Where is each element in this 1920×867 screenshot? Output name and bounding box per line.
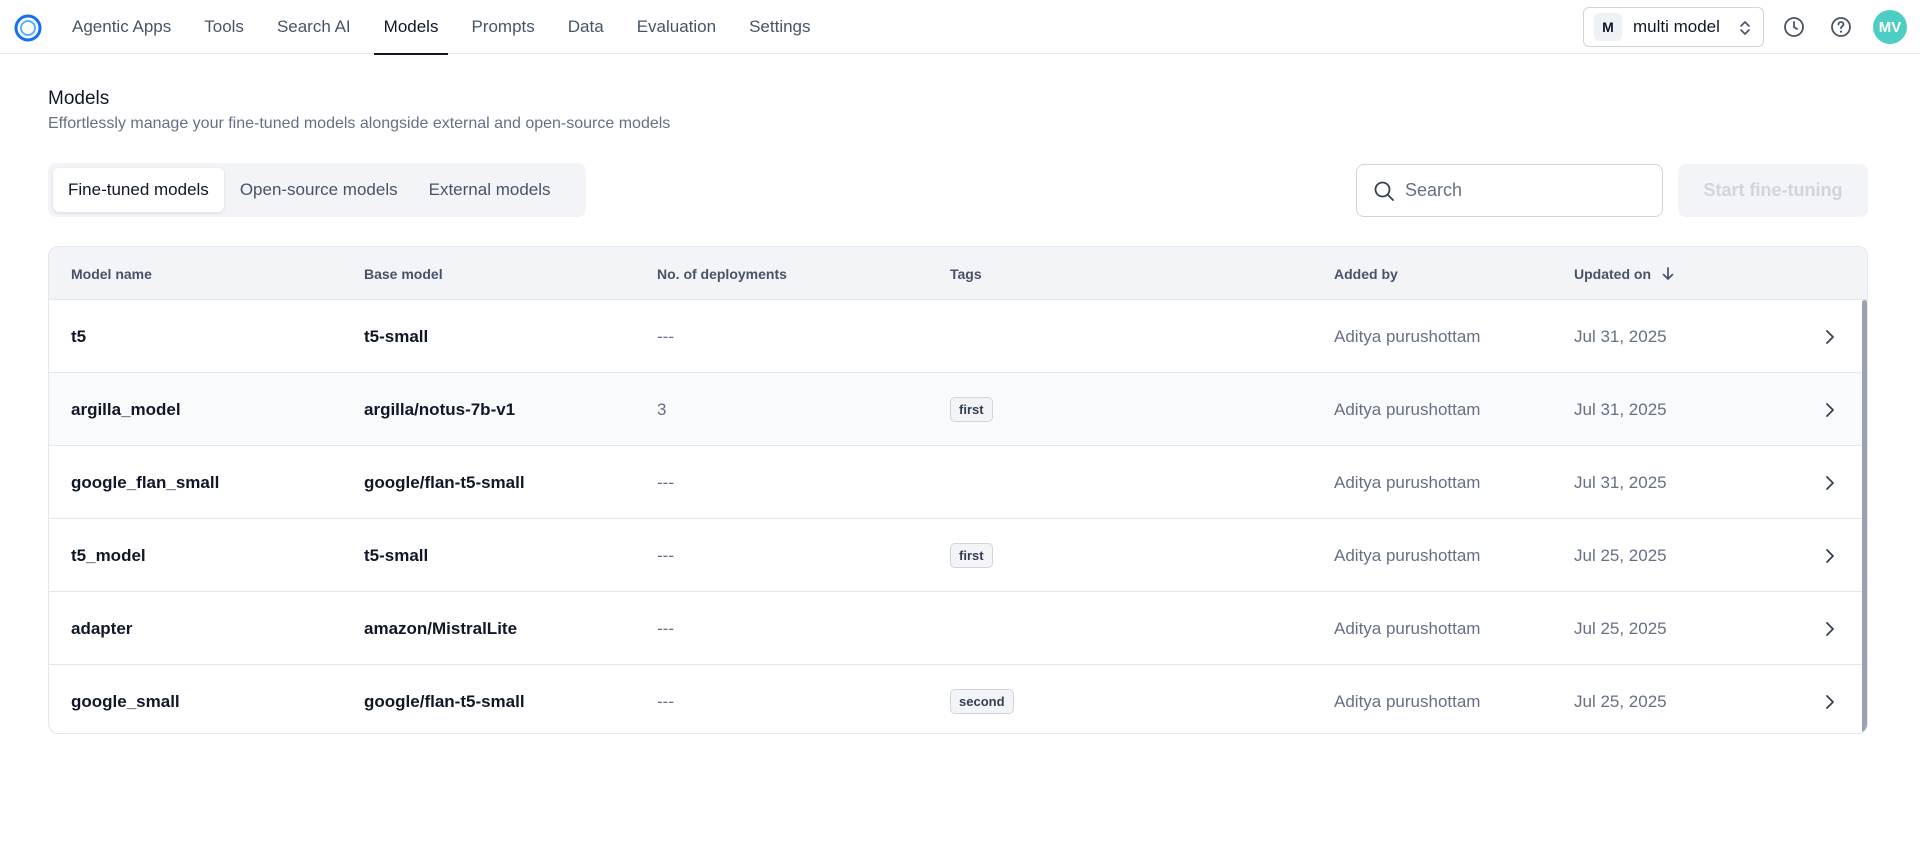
page-subtitle: Effortlessly manage your fine-tuned mode… (48, 115, 671, 132)
nav-item-search-ai[interactable]: Search AI (267, 0, 361, 54)
chevron-right-icon[interactable] (1824, 620, 1836, 638)
workspace-badge: M (1594, 13, 1622, 41)
updated-on-cell: Jul 25, 2025 (1574, 545, 1667, 565)
tag-badge: second (950, 689, 1014, 714)
nav-item-evaluation[interactable]: Evaluation (627, 0, 726, 54)
column-header-added-by[interactable]: Added by (1334, 247, 1398, 300)
base-model-cell: t5-small (364, 545, 429, 565)
nav-item-prompts[interactable]: Prompts (461, 0, 544, 54)
arrow-down-icon[interactable] (1661, 266, 1675, 282)
table-row[interactable]: t5 t5-small --- Aditya purushottam Jul 3… (49, 300, 1867, 373)
chevron-right-icon[interactable] (1824, 401, 1836, 419)
model-name-cell: google_flan_small (71, 472, 220, 492)
tab-fine-tuned-models[interactable]: Fine-tuned models (53, 168, 224, 212)
added-by-cell: Aditya purushottam (1334, 618, 1481, 638)
base-model-cell: google/flan-t5-small (364, 691, 525, 711)
table-row[interactable]: t5_model t5-small --- first Aditya purus… (49, 519, 1867, 592)
history-icon[interactable] (1782, 15, 1806, 39)
deployments-cell: --- (657, 691, 674, 711)
deployments-cell: 3 (657, 399, 667, 419)
model-name-cell: google_small (71, 691, 180, 711)
model-name-cell: t5_model (71, 545, 146, 565)
search-input[interactable] (1405, 180, 1645, 201)
column-header-tags[interactable]: Tags (950, 247, 982, 300)
user-avatar[interactable]: MV (1873, 10, 1907, 44)
model-type-tabs: Fine-tuned models Open-source models Ext… (48, 163, 586, 217)
top-navigation-bar: Agentic Apps Tools Search AI Models Prom… (0, 0, 1920, 55)
model-name-cell: argilla_model (71, 399, 181, 419)
chevron-right-icon[interactable] (1824, 547, 1836, 565)
added-by-cell: Aditya purushottam (1334, 472, 1481, 492)
nav-item-tools[interactable]: Tools (194, 0, 254, 54)
column-header-model-name[interactable]: Model name (71, 247, 152, 300)
model-name-cell: t5 (71, 326, 87, 346)
nav-item-settings[interactable]: Settings (739, 0, 820, 54)
table-header: Model name Base model No. of deployments… (49, 247, 1867, 300)
deployments-cell: --- (657, 472, 674, 492)
tags-cell: second (950, 665, 1014, 733)
model-name-cell: adapter (71, 618, 133, 638)
column-header-updated-on-label: Updated on (1574, 265, 1651, 282)
page-title: Models (48, 88, 110, 109)
nav-item-data[interactable]: Data (558, 0, 614, 54)
chevron-updown-icon (1740, 21, 1750, 35)
chevron-right-icon[interactable] (1824, 693, 1836, 711)
nav-item-agentic-apps[interactable]: Agentic Apps (62, 0, 181, 54)
base-model-cell: argilla/notus-7b-v1 (364, 399, 516, 419)
table-row[interactable]: google_small google/flan-t5-small --- se… (49, 665, 1867, 733)
search-box (1356, 164, 1663, 217)
tag-badge: first (950, 397, 993, 422)
column-header-deployments[interactable]: No. of deployments (657, 247, 787, 300)
base-model-cell: amazon/MistralLite (364, 618, 518, 638)
added-by-cell: Aditya purushottam (1334, 691, 1481, 711)
deployments-cell: --- (657, 618, 674, 638)
chevron-right-icon[interactable] (1824, 328, 1836, 346)
tags-cell: first (950, 519, 993, 592)
table-body: t5 t5-small --- Aditya purushottam Jul 3… (49, 300, 1867, 733)
search-icon (1374, 181, 1394, 201)
models-table: Model name Base model No. of deployments… (48, 246, 1868, 734)
table-scrollbar[interactable] (1862, 300, 1867, 733)
nav-item-models[interactable]: Models (373, 0, 449, 55)
main-nav: Agentic Apps Tools Search AI Models Prom… (62, 0, 834, 55)
updated-on-cell: Jul 25, 2025 (1574, 691, 1667, 711)
base-model-cell: google/flan-t5-small (364, 472, 525, 492)
added-by-cell: Aditya purushottam (1334, 399, 1481, 419)
help-icon[interactable] (1829, 15, 1853, 39)
tags-cell: first (950, 373, 993, 446)
start-fine-tuning-button[interactable]: Start fine-tuning (1678, 164, 1868, 217)
added-by-cell: Aditya purushottam (1334, 326, 1481, 346)
updated-on-cell: Jul 25, 2025 (1574, 618, 1667, 638)
table-row[interactable]: google_flan_small google/flan-t5-small -… (49, 446, 1867, 519)
workspace-name: multi model (1633, 17, 1720, 36)
updated-on-cell: Jul 31, 2025 (1574, 472, 1667, 492)
added-by-cell: Aditya purushottam (1334, 545, 1481, 565)
base-model-cell: t5-small (364, 326, 429, 346)
chevron-right-icon[interactable] (1824, 474, 1836, 492)
tab-open-source-models[interactable]: Open-source models (225, 168, 413, 212)
column-header-updated-on[interactable]: Updated on (1574, 247, 1675, 300)
column-header-base-model[interactable]: Base model (364, 247, 443, 300)
table-row[interactable]: argilla_model argilla/notus-7b-v1 3 firs… (49, 373, 1867, 446)
tag-badge: first (950, 543, 993, 568)
table-row[interactable]: adapter amazon/MistralLite --- Aditya pu… (49, 592, 1867, 665)
updated-on-cell: Jul 31, 2025 (1574, 326, 1667, 346)
deployments-cell: --- (657, 326, 674, 346)
deployments-cell: --- (657, 545, 674, 565)
updated-on-cell: Jul 31, 2025 (1574, 399, 1667, 419)
workspace-switcher[interactable]: M multi model (1583, 7, 1764, 47)
tab-external-models[interactable]: External models (414, 168, 566, 212)
app-logo-icon[interactable] (14, 14, 42, 42)
